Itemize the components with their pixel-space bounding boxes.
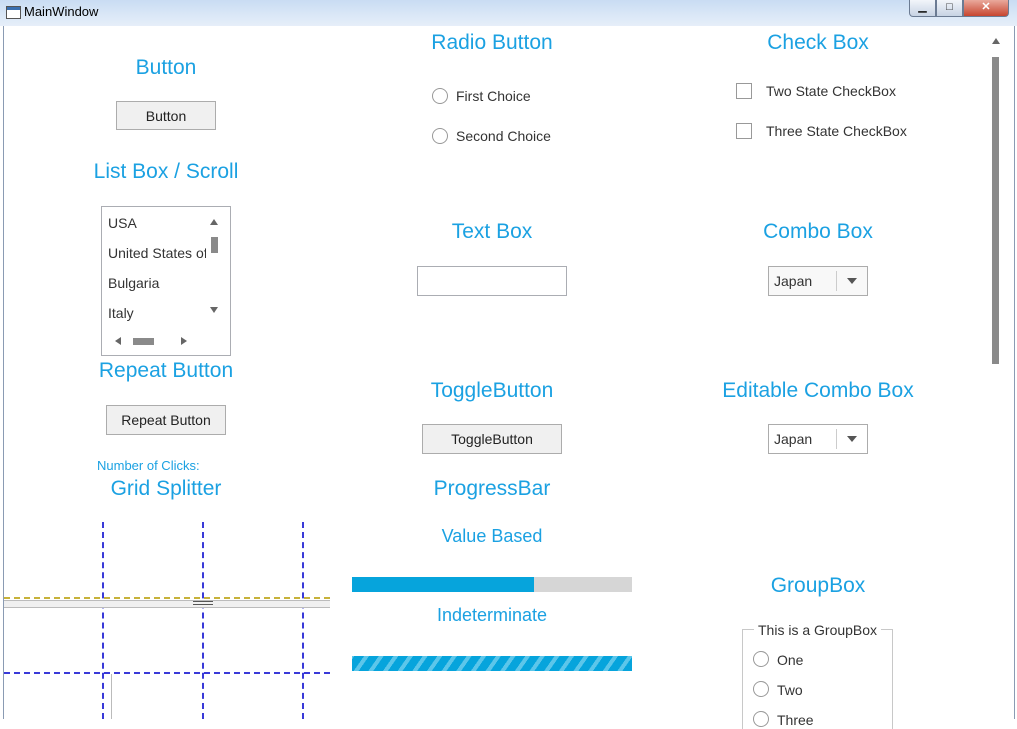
grid-splitter-area: [4, 522, 330, 719]
groupbox-radio-one-label: One: [777, 652, 804, 668]
editable-combo-separator: [836, 429, 837, 449]
combo-box[interactable]: Japan: [768, 266, 868, 296]
list-item[interactable]: Italy: [108, 305, 134, 321]
groupbox-heading: GroupBox: [770, 574, 866, 597]
textbox-heading: Text Box: [451, 220, 533, 243]
groupbox-radio-three[interactable]: [753, 711, 769, 727]
list-item[interactable]: United States of: [108, 245, 206, 261]
indeterminate-label: Indeterminate: [436, 605, 548, 625]
radio-first-label: First Choice: [456, 88, 531, 104]
radio-second[interactable]: [432, 128, 448, 144]
app-icon: [6, 6, 21, 19]
listbox-hscroll-thumb[interactable]: [133, 338, 154, 345]
groupbox-radio-three-label: Three: [777, 712, 814, 728]
grid-line: [302, 522, 304, 719]
window-scrollbar-thumb[interactable]: [992, 57, 999, 364]
grid-splitter-heading: Grid Splitter: [110, 477, 222, 500]
progress-fill: [352, 577, 534, 592]
editable-combo-heading: Editable Combo Box: [722, 379, 914, 402]
minimize-button[interactable]: ▁: [909, 0, 936, 17]
scroll-up-icon[interactable]: [992, 38, 1000, 44]
grid-splitter-vertical[interactable]: [111, 674, 112, 719]
checkbox-heading: Check Box: [767, 31, 869, 54]
groupbox-radio-one[interactable]: [753, 651, 769, 667]
grid-line: [202, 522, 204, 719]
checkbox-three-state[interactable]: [736, 123, 752, 139]
value-based-label: Value Based: [441, 526, 543, 546]
grid-line: [4, 597, 330, 599]
caret-down-icon[interactable]: [847, 436, 857, 442]
editable-combo-text[interactable]: Japan: [774, 431, 812, 447]
repeat-button[interactable]: Repeat Button: [106, 405, 226, 435]
grid-line: [102, 522, 104, 719]
window-title: MainWindow: [24, 4, 99, 19]
caret-down-icon[interactable]: [847, 278, 857, 284]
groupbox-radio-two-label: Two: [777, 682, 803, 698]
maximize-button[interactable]: □: [936, 0, 963, 17]
checkbox-three-state-label: Three State CheckBox: [766, 123, 907, 139]
repeat-heading: Repeat Button: [98, 359, 234, 382]
listbox[interactable]: USA United States of Bulgaria Italy: [101, 206, 231, 356]
grip-icon: [193, 601, 213, 602]
chevron-up-icon[interactable]: [210, 219, 218, 225]
demo-button[interactable]: Button: [116, 101, 216, 130]
button-heading: Button: [135, 56, 197, 79]
checkbox-two-state[interactable]: [736, 83, 752, 99]
indeterminate-progressbar: [352, 656, 632, 671]
chevron-right-icon[interactable]: [181, 337, 187, 345]
listbox-heading: List Box / Scroll: [93, 160, 239, 183]
list-item[interactable]: USA: [108, 215, 137, 231]
value-progressbar: [352, 577, 632, 592]
checkbox-two-state-label: Two State CheckBox: [766, 83, 896, 99]
grid-splitter-bar[interactable]: [4, 600, 330, 608]
toggle-heading: ToggleButton: [430, 379, 554, 402]
editable-combo-box[interactable]: Japan: [768, 424, 868, 454]
chevron-down-icon[interactable]: [210, 307, 218, 313]
list-item[interactable]: Bulgaria: [108, 275, 159, 291]
combobox-heading: Combo Box: [763, 220, 873, 243]
radio-second-label: Second Choice: [456, 128, 551, 144]
grid-line: [4, 672, 330, 674]
listbox-viewport: USA United States of Bulgaria Italy: [102, 207, 206, 335]
radio-heading: Radio Button: [431, 31, 553, 54]
text-input[interactable]: [417, 266, 567, 296]
radio-first[interactable]: [432, 88, 448, 104]
title-bar: MainWindow ▁ □ ✕: [0, 0, 1017, 26]
close-button[interactable]: ✕: [963, 0, 1009, 17]
combo-separator: [836, 271, 837, 291]
chevron-left-icon[interactable]: [115, 337, 121, 345]
combo-selected: Japan: [774, 273, 813, 289]
progressbar-heading: ProgressBar: [433, 477, 551, 500]
toggle-button[interactable]: ToggleButton: [422, 424, 562, 454]
listbox-vscroll-thumb[interactable]: [211, 237, 218, 253]
groupbox-radio-two[interactable]: [753, 681, 769, 697]
click-count-label: Number of Clicks:: [97, 458, 200, 473]
groupbox-title: This is a GroupBox: [754, 622, 882, 638]
